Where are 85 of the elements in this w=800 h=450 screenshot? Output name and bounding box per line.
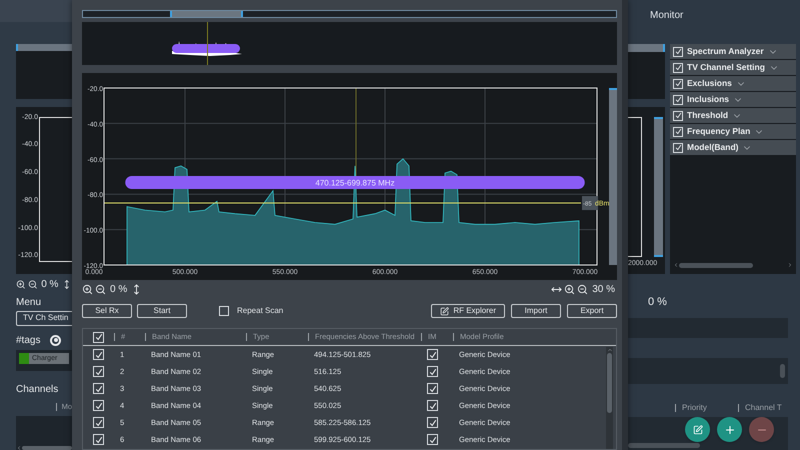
layer-item[interactable]: Frequency Plan bbox=[670, 124, 796, 139]
layer-label: Spectrum Analyzer bbox=[687, 45, 764, 58]
dialog-button[interactable]: Start bbox=[137, 304, 187, 318]
zoom-out-icon[interactable] bbox=[28, 278, 38, 290]
edit-button[interactable] bbox=[685, 417, 710, 442]
vertical-scrollbar[interactable] bbox=[654, 116, 663, 257]
horizontal-scrollbar[interactable] bbox=[673, 262, 793, 268]
layer-checkbox[interactable] bbox=[673, 126, 683, 136]
layer-item[interactable]: Model(Band) bbox=[670, 140, 796, 155]
im-checkbox[interactable] bbox=[427, 383, 438, 394]
layer-item[interactable]: TV Channel Setting bbox=[670, 60, 796, 75]
layer-item[interactable]: Exclusions bbox=[670, 76, 796, 91]
add-button[interactable] bbox=[717, 417, 742, 442]
section-title: Channels bbox=[16, 383, 60, 398]
zoom-out-icon[interactable] bbox=[95, 284, 106, 294]
row-checkbox[interactable] bbox=[93, 349, 104, 360]
checkbox-label: Repeat Scan bbox=[237, 305, 284, 317]
scroll-thumb[interactable] bbox=[607, 353, 612, 413]
row-checkbox[interactable] bbox=[93, 417, 104, 428]
zoom-percent: 0 % bbox=[110, 282, 128, 296]
column-header[interactable]: Priority bbox=[682, 402, 732, 414]
zoom-percent: 0 % bbox=[41, 278, 58, 292]
zoom-out-icon[interactable] bbox=[577, 284, 588, 294]
im-checkbox[interactable] bbox=[427, 366, 438, 377]
vertical-scrollbar[interactable] bbox=[609, 88, 617, 265]
radio-icon[interactable] bbox=[50, 334, 62, 346]
threshold-line[interactable] bbox=[104, 202, 582, 204]
slider-track[interactable] bbox=[628, 44, 665, 52]
panel-title: Monitor bbox=[650, 9, 684, 22]
slider-track[interactable] bbox=[16, 44, 72, 52]
im-checkbox[interactable] bbox=[427, 400, 438, 411]
layer-checkbox[interactable] bbox=[673, 78, 683, 88]
scroll-right-icon[interactable] bbox=[787, 262, 793, 268]
dialog-button[interactable]: Import bbox=[511, 304, 561, 318]
vertical-scrollbar[interactable] bbox=[606, 347, 613, 449]
im-checkbox[interactable] bbox=[427, 349, 438, 360]
tag-color-icon bbox=[19, 352, 29, 364]
cursor-line bbox=[207, 22, 208, 65]
band-range-label: 470.125-699.875 MHz bbox=[315, 178, 395, 188]
dialog-scrollbar[interactable] bbox=[622, 0, 628, 450]
text-field[interactable] bbox=[628, 318, 788, 338]
layer-checkbox[interactable] bbox=[673, 62, 683, 72]
im-checkbox[interactable] bbox=[427, 434, 438, 445]
dialog-button[interactable]: RF Explorer bbox=[431, 304, 505, 318]
dialog-button[interactable]: Export bbox=[567, 304, 617, 318]
select-all-checkbox[interactable] bbox=[93, 332, 104, 342]
section-title: #tags bbox=[16, 334, 40, 348]
plus-icon bbox=[724, 424, 736, 436]
layer-label: Inclusions bbox=[687, 93, 730, 106]
layer-checkbox[interactable] bbox=[673, 110, 683, 120]
row-checkbox[interactable] bbox=[93, 366, 104, 377]
layer-label: Exclusions bbox=[687, 77, 732, 90]
preview-panel bbox=[628, 52, 665, 99]
layer-checkbox[interactable] bbox=[673, 142, 683, 152]
column-header[interactable]: Channel T bbox=[745, 402, 782, 414]
layer-label: Frequency Plan bbox=[687, 125, 750, 138]
layer-label: Threshold bbox=[687, 109, 728, 122]
section-title: Menu bbox=[16, 296, 42, 310]
dialog-button[interactable]: Sel Rx bbox=[82, 304, 132, 318]
layer-item[interactable]: Spectrum Analyzer bbox=[670, 44, 796, 59]
row-checkbox[interactable] bbox=[93, 383, 104, 394]
vertical-scrollbar[interactable] bbox=[780, 364, 785, 378]
zoom-percent: 0 % bbox=[648, 294, 667, 310]
edit-icon bbox=[692, 424, 702, 435]
row-checkbox[interactable] bbox=[93, 400, 104, 411]
scroll-left-icon[interactable] bbox=[673, 262, 679, 268]
zoom-in-icon[interactable] bbox=[16, 278, 26, 290]
horizontal-scrollbar[interactable] bbox=[628, 443, 700, 448]
repeat-scan-checkbox[interactable] bbox=[219, 306, 229, 316]
overview-navigator[interactable] bbox=[82, 10, 617, 18]
layer-checkbox[interactable] bbox=[673, 94, 683, 104]
scroll-left-icon[interactable] bbox=[16, 444, 22, 450]
layer-item[interactable]: Inclusions bbox=[670, 92, 796, 107]
im-checkbox[interactable] bbox=[427, 417, 438, 428]
row-checkbox[interactable] bbox=[93, 434, 104, 445]
layer-item[interactable]: Threshold bbox=[670, 108, 796, 123]
layer-label: Model(Band) bbox=[687, 141, 738, 154]
preview-panel bbox=[16, 51, 72, 99]
band-range-pill[interactable] bbox=[172, 44, 240, 53]
horizontal-scrollbar[interactable] bbox=[16, 445, 72, 450]
zoom-in-icon[interactable] bbox=[564, 284, 576, 294]
zoom-in-icon[interactable] bbox=[82, 284, 93, 294]
zoom-percent: 30 % bbox=[592, 282, 615, 296]
layer-checkbox[interactable] bbox=[673, 46, 683, 56]
layer-label: TV Channel Setting bbox=[687, 61, 765, 74]
